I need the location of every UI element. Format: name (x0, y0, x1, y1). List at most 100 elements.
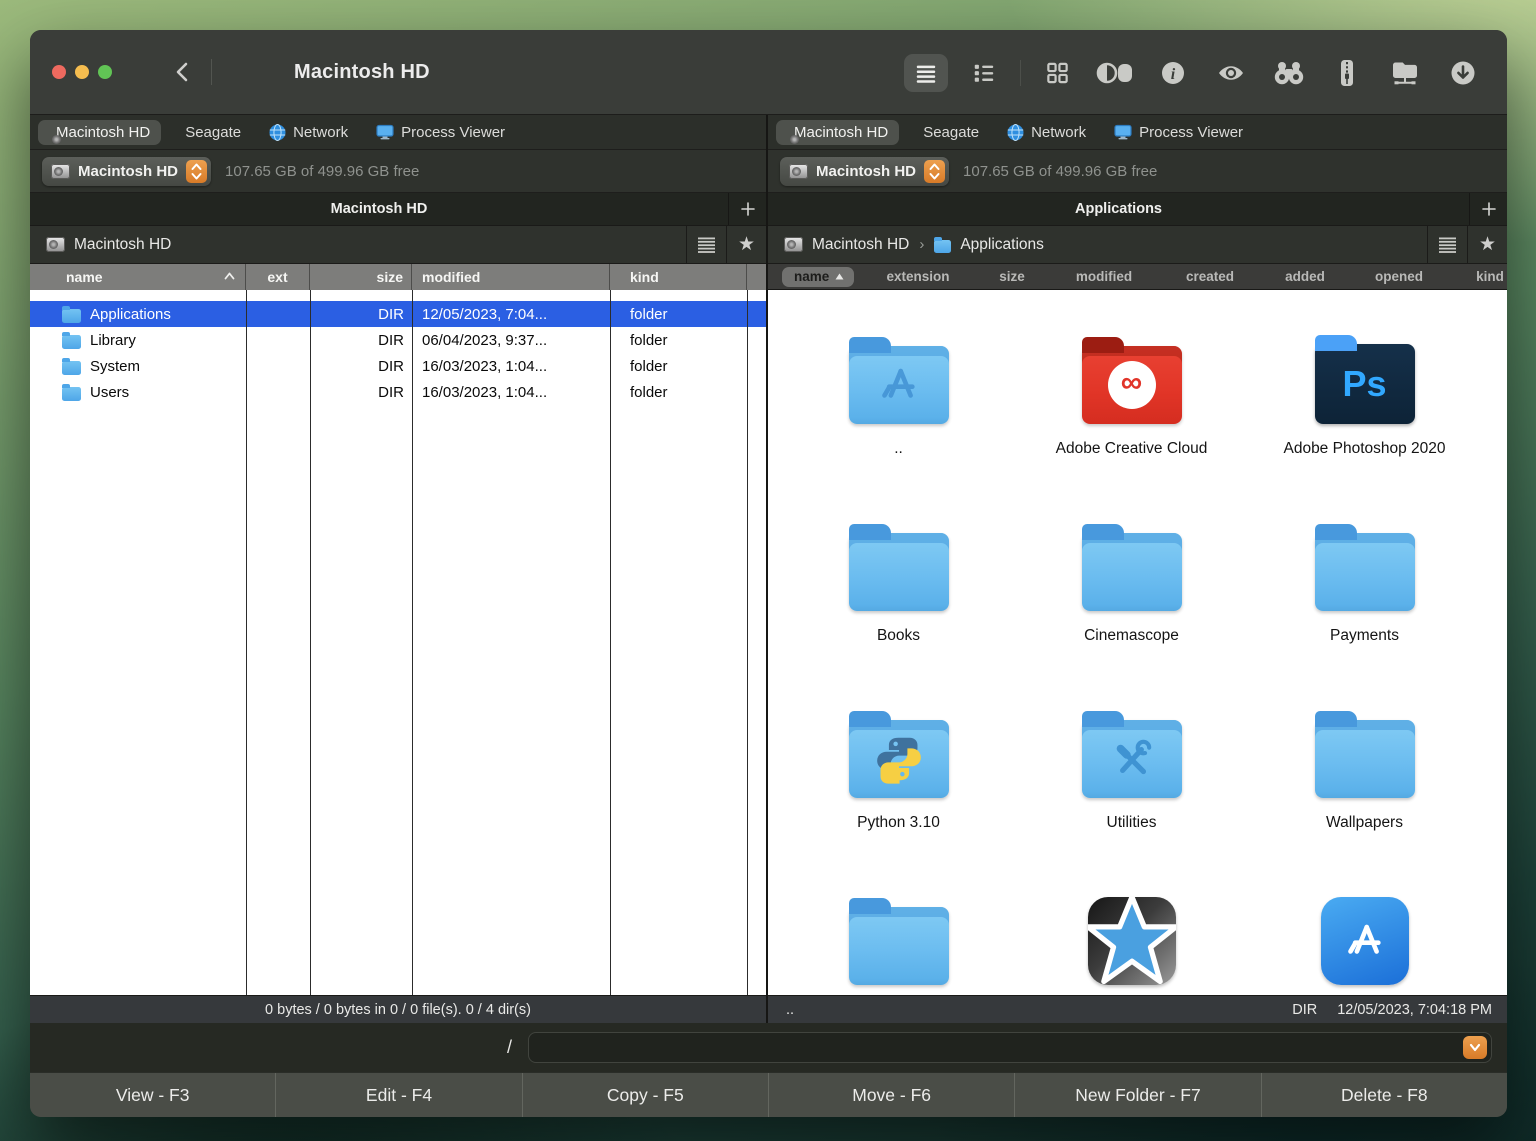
breadcrumb-chevron-icon: › (918, 236, 925, 253)
column-divider[interactable] (246, 290, 247, 995)
delete-f8-button[interactable]: Delete - F8 (1261, 1073, 1507, 1117)
view-f3-button[interactable]: View - F3 (30, 1073, 275, 1117)
edit-f4-button[interactable]: Edit - F4 (275, 1073, 521, 1117)
folder-icon (934, 240, 951, 253)
grid-item[interactable] (1248, 881, 1481, 995)
grid-item-..[interactable]: .. (782, 320, 1015, 507)
right-tabs-row: Macintosh HDSeagateNetworkProcess Viewer (768, 115, 1507, 150)
add-tab-button[interactable] (728, 193, 766, 225)
add-tab-button[interactable] (1469, 193, 1507, 225)
folder-icon (62, 387, 81, 401)
drive-stepper-icon[interactable] (924, 160, 945, 183)
hard-drive-icon (789, 164, 808, 179)
column-header-created[interactable]: created (1186, 269, 1234, 284)
breadcrumb[interactable]: Macintosh HD › Applications (784, 236, 1427, 254)
grid-item-adobe-photoshop-2020[interactable]: Ps Adobe Photoshop 2020 (1248, 320, 1481, 507)
favorites-star-icon[interactable]: ★ (1467, 226, 1507, 263)
move-f6-button[interactable]: Move - F6 (768, 1073, 1014, 1117)
network-drive-icon[interactable] (1383, 54, 1427, 92)
column-header-modified[interactable]: modified (412, 264, 610, 290)
drive-selector[interactable]: Macintosh HD (780, 157, 949, 186)
tab-network[interactable]: Network (996, 120, 1097, 145)
column-header-opened[interactable]: opened (1375, 269, 1423, 284)
column-header-kind[interactable]: kind (610, 264, 747, 290)
grid-item-adobe-creative-cloud[interactable]: ∞ Adobe Creative Cloud (1015, 320, 1248, 507)
drive-stepper-icon[interactable] (186, 160, 207, 183)
drive-name: Macintosh HD (816, 163, 916, 180)
command-history-dropdown-icon[interactable] (1463, 1036, 1487, 1059)
close-button[interactable] (52, 65, 66, 79)
grid-view-icon[interactable] (1035, 54, 1079, 92)
download-icon[interactable] (1441, 54, 1485, 92)
copy-f5-button[interactable]: Copy - F5 (522, 1073, 768, 1117)
detailed-list-view-icon[interactable] (962, 54, 1006, 92)
left-pane-title-row: Macintosh HD (30, 193, 766, 226)
view-menu-icon[interactable] (1427, 226, 1467, 263)
column-header-name[interactable]: name (782, 267, 854, 287)
tab-process-viewer[interactable]: Process Viewer (1103, 120, 1254, 145)
grid-item[interactable] (1015, 881, 1248, 995)
table-row[interactable]: Library DIR 06/04/2023, 9:37... folder (30, 327, 766, 353)
left-column-headers: name ext size modified kind (30, 264, 766, 290)
column-header-size[interactable]: size (999, 269, 1025, 284)
column-header-extension[interactable]: extension (886, 269, 949, 284)
table-row[interactable]: Users DIR 16/03/2023, 1:04... folder (30, 379, 766, 405)
breadcrumb-root[interactable]: Macintosh HD (812, 236, 909, 254)
forward-icon[interactable] (226, 57, 256, 87)
zoom-button[interactable] (98, 65, 112, 79)
toolbar: i (904, 30, 1485, 115)
tab-macintosh-hd[interactable]: Macintosh HD (776, 120, 899, 145)
grid-item[interactable] (782, 881, 1015, 995)
breadcrumb[interactable]: Macintosh HD (46, 236, 686, 254)
grid-item-label: Payments (1330, 624, 1399, 648)
toolbar-separator (1020, 60, 1021, 86)
breadcrumb-current[interactable]: Applications (960, 236, 1044, 254)
view-menu-icon[interactable] (686, 226, 726, 263)
archive-zip-icon[interactable] (1325, 54, 1369, 92)
list-view-icon[interactable] (904, 54, 948, 92)
command-input[interactable] (528, 1032, 1492, 1063)
table-row[interactable]: System DIR 16/03/2023, 1:04... folder (30, 353, 766, 379)
column-header-kind[interactable]: kind (1476, 269, 1504, 284)
column-divider[interactable] (747, 290, 748, 995)
grid-item-wallpapers[interactable]: Wallpapers (1248, 694, 1481, 881)
column-header-added[interactable]: added (1285, 269, 1325, 284)
column-header-modified[interactable]: modified (1076, 269, 1132, 284)
grid-item-payments[interactable]: Payments (1248, 507, 1481, 694)
column-divider[interactable] (610, 290, 611, 995)
right-file-grid[interactable]: .. ∞ Adobe Creative Cloud Ps Adobe Photo… (768, 290, 1507, 995)
breadcrumb-tools: ★ (1427, 226, 1507, 263)
dual-pane-toggle-icon[interactable] (1093, 54, 1137, 92)
drive-selector[interactable]: Macintosh HD (42, 157, 211, 186)
hard-drive-icon (784, 237, 803, 252)
free-space-label: 107.65 GB of 499.96 GB free (963, 163, 1157, 180)
titlebar: Macintosh HD i (30, 30, 1507, 115)
monitor-icon (1114, 124, 1132, 140)
grid-item-python-3.10[interactable]: Python 3.10 (782, 694, 1015, 881)
column-divider[interactable] (310, 290, 311, 995)
preview-eye-icon[interactable] (1209, 54, 1253, 92)
history-nav (167, 57, 256, 87)
left-file-list[interactable]: Applications DIR 12/05/2023, 7:04... fol… (30, 290, 766, 995)
table-row[interactable]: Applications DIR 12/05/2023, 7:04... fol… (30, 301, 766, 327)
column-header-name[interactable]: name (30, 264, 246, 290)
minimize-button[interactable] (75, 65, 89, 79)
favorites-star-icon[interactable]: ★ (726, 226, 766, 263)
tab-network[interactable]: Network (258, 120, 359, 145)
column-divider[interactable] (412, 290, 413, 995)
search-binoculars-icon[interactable] (1267, 54, 1311, 92)
tab-macintosh-hd[interactable]: Macintosh HD (38, 120, 161, 145)
new-folder-f7-button[interactable]: New Folder - F7 (1014, 1073, 1260, 1117)
info-icon[interactable]: i (1151, 54, 1195, 92)
function-key-bar: View - F3 Edit - F4 Copy - F5 Move - F6 … (30, 1072, 1507, 1117)
grid-item-utilities[interactable]: Utilities (1015, 694, 1248, 881)
tab-seagate[interactable]: Seagate (905, 120, 990, 145)
tab-seagate[interactable]: Seagate (167, 120, 252, 145)
grid-item-cinemascope[interactable]: Cinemascope (1015, 507, 1248, 694)
grid-item-label: .. (894, 437, 903, 461)
column-header-size[interactable]: size (310, 264, 412, 290)
back-icon[interactable] (167, 57, 197, 87)
tab-process-viewer[interactable]: Process Viewer (365, 120, 516, 145)
grid-item-books[interactable]: Books (782, 507, 1015, 694)
column-header-ext[interactable]: ext (246, 264, 310, 290)
